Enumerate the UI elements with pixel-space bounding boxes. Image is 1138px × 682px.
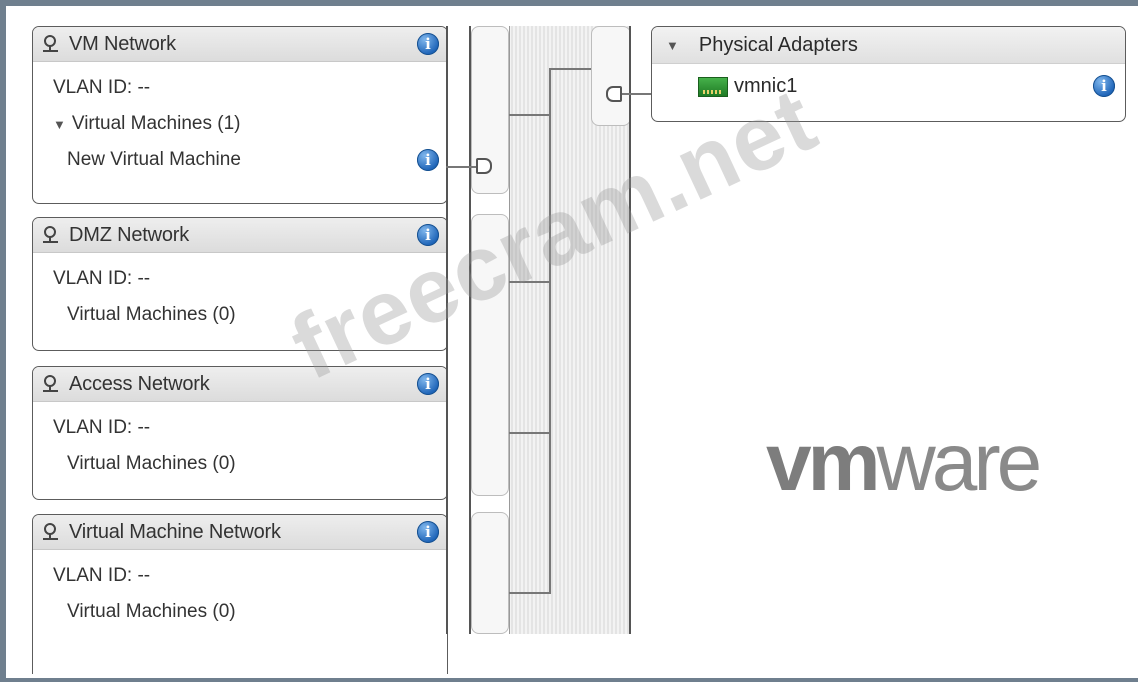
port-group-header[interactable]: DMZ Network i <box>33 218 447 253</box>
vm-list-item[interactable]: New Virtual Machine i <box>53 142 447 178</box>
switch-boundary-line <box>629 26 631 634</box>
trunk-wire <box>549 68 551 593</box>
vswitch-topology-canvas: VM Network i VLAN ID: -- ▼ Virtual Machin… <box>6 6 1138 678</box>
port-segment <box>471 214 509 496</box>
trunk-wire <box>509 281 551 283</box>
info-icon[interactable]: i <box>1093 75 1115 97</box>
info-icon[interactable]: i <box>417 224 439 246</box>
vlan-id-label: VLAN ID: -- <box>53 268 151 289</box>
physical-adapters-panel[interactable]: ▼ Physical Adapters vmnic1 i <box>651 26 1126 122</box>
vm-name: New Virtual Machine <box>67 149 241 170</box>
info-icon[interactable]: i <box>417 33 439 55</box>
port-group-access-network[interactable]: Access Network i VLAN ID: -- Virtual Mac… <box>32 366 448 500</box>
port-group-header[interactable]: VM Network i <box>33 27 447 62</box>
port-segment <box>471 512 509 634</box>
port-group-title: DMZ Network <box>69 223 190 246</box>
vlan-id-label: VLAN ID: -- <box>53 77 151 98</box>
uplink-segment <box>591 26 631 126</box>
port-group-header[interactable]: Virtual Machine Network i <box>33 515 447 550</box>
info-icon[interactable]: i <box>417 149 439 171</box>
network-icon <box>43 226 59 244</box>
triangle-down-icon[interactable]: ▼ <box>666 38 679 53</box>
info-icon[interactable]: i <box>417 521 439 543</box>
virtual-machines-label: Virtual Machines (0) <box>67 601 236 622</box>
physical-adapters-header[interactable]: ▼ Physical Adapters <box>652 27 1125 64</box>
network-icon <box>43 375 59 393</box>
switch-boundary-line <box>446 26 448 634</box>
vlan-id-label: VLAN ID: -- <box>53 565 151 586</box>
port-group-header[interactable]: Access Network i <box>33 367 447 402</box>
vm-connection-wire <box>446 166 478 168</box>
triangle-down-icon[interactable]: ▼ <box>53 117 66 132</box>
port-group-vm-network[interactable]: VM Network i VLAN ID: -- ▼ Virtual Machin… <box>32 26 448 204</box>
trunk-wire <box>509 432 551 434</box>
switch-boundary-line <box>509 26 510 634</box>
vmware-logo: vmware <box>766 417 1042 508</box>
virtual-machines-label: Virtual Machines (0) <box>67 453 236 474</box>
port-group-title: Virtual Machine Network <box>69 520 281 543</box>
virtual-machines-toggle[interactable]: ▼ Virtual Machines (1) <box>53 106 447 142</box>
network-icon <box>43 35 59 53</box>
uplink-port-connector[interactable] <box>606 86 622 102</box>
adapter-name: vmnic1 <box>734 75 798 97</box>
trunk-wire <box>509 592 551 594</box>
physical-adapters-title: Physical Adapters <box>698 33 858 56</box>
port-group-title: VM Network <box>69 32 176 55</box>
virtual-machines-label: Virtual Machines (0) <box>67 304 236 325</box>
vm-port-connector[interactable] <box>476 158 492 174</box>
network-icon <box>43 523 59 541</box>
port-group-title: Access Network <box>69 372 210 395</box>
adapter-row-vmnic1[interactable]: vmnic1 i <box>652 64 1125 108</box>
vlan-id-label: VLAN ID: -- <box>53 417 151 438</box>
info-icon[interactable]: i <box>417 373 439 395</box>
virtual-machines-label: Virtual Machines (1) <box>71 113 241 134</box>
trunk-wire <box>509 114 551 116</box>
port-group-virtual-machine-network[interactable]: Virtual Machine Network i VLAN ID: -- Vi… <box>32 514 448 674</box>
trunk-wire <box>549 68 591 70</box>
nic-icon <box>698 76 728 97</box>
port-group-dmz-network[interactable]: DMZ Network i VLAN ID: -- Virtual Machin… <box>32 217 448 351</box>
uplink-wire <box>622 93 652 95</box>
